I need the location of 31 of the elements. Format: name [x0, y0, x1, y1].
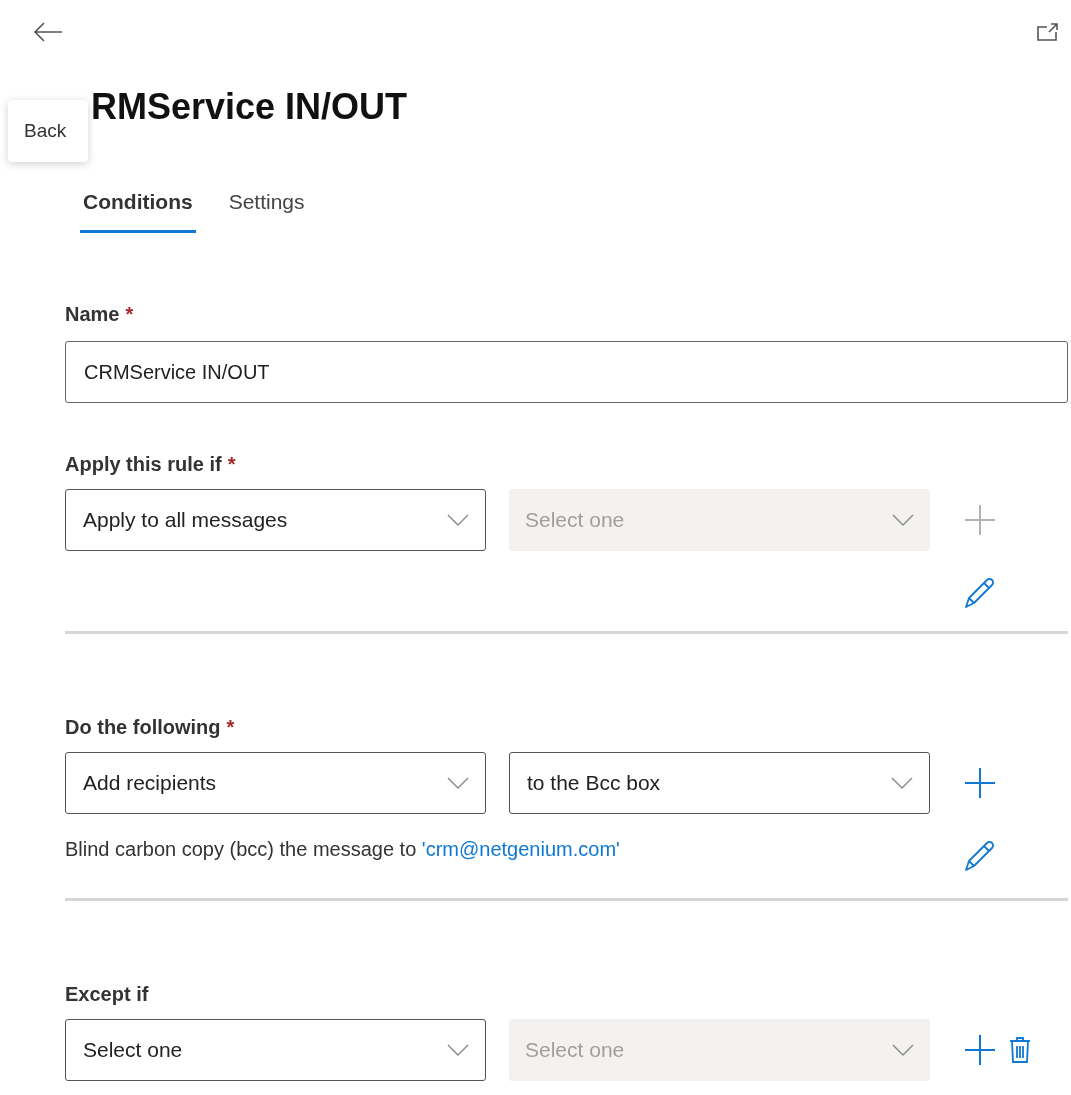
trash-icon [1009, 1036, 1031, 1064]
plus-icon [964, 767, 996, 799]
section-label: Except if [65, 982, 149, 1007]
dropdown[interactable]: Select one [65, 1019, 486, 1081]
section-label: Do the following * [65, 715, 235, 740]
chevron-down-icon [447, 1044, 469, 1056]
name-input[interactable]: CRMService IN/OUT [65, 341, 1068, 403]
dropdown[interactable]: Apply to all messages [65, 489, 486, 551]
pop-out-icon [1037, 23, 1059, 41]
page-title: RMService IN/OUT [91, 85, 408, 129]
tab[interactable]: Settings [225, 179, 308, 233]
section-label: Apply this rule if * [65, 452, 236, 477]
chevron-down-icon [892, 1044, 914, 1056]
add-button[interactable] [963, 766, 997, 800]
plus-icon [964, 1034, 996, 1066]
plus-icon [964, 504, 996, 536]
dropdown[interactable]: Add recipients [65, 752, 486, 814]
add-button[interactable] [963, 1033, 997, 1067]
pencil-icon [963, 839, 997, 873]
dropdown[interactable]: to the Bcc box [509, 752, 930, 814]
action-description: Blind carbon copy (bcc) the message to 'crm@netgenium.com' [65, 837, 620, 862]
tab[interactable]: Conditions [80, 179, 196, 233]
email-link[interactable]: 'crm@netgenium.com' [421, 838, 620, 860]
field-label: Name * [65, 302, 134, 327]
chevron-down-icon [891, 777, 913, 789]
back-arrow-icon [33, 21, 63, 43]
chevron-down-icon [892, 514, 914, 526]
back-tooltip: Back [8, 100, 88, 162]
chevron-down-icon [447, 514, 469, 526]
pencil-icon [963, 576, 997, 610]
chevron-down-icon [447, 777, 469, 789]
